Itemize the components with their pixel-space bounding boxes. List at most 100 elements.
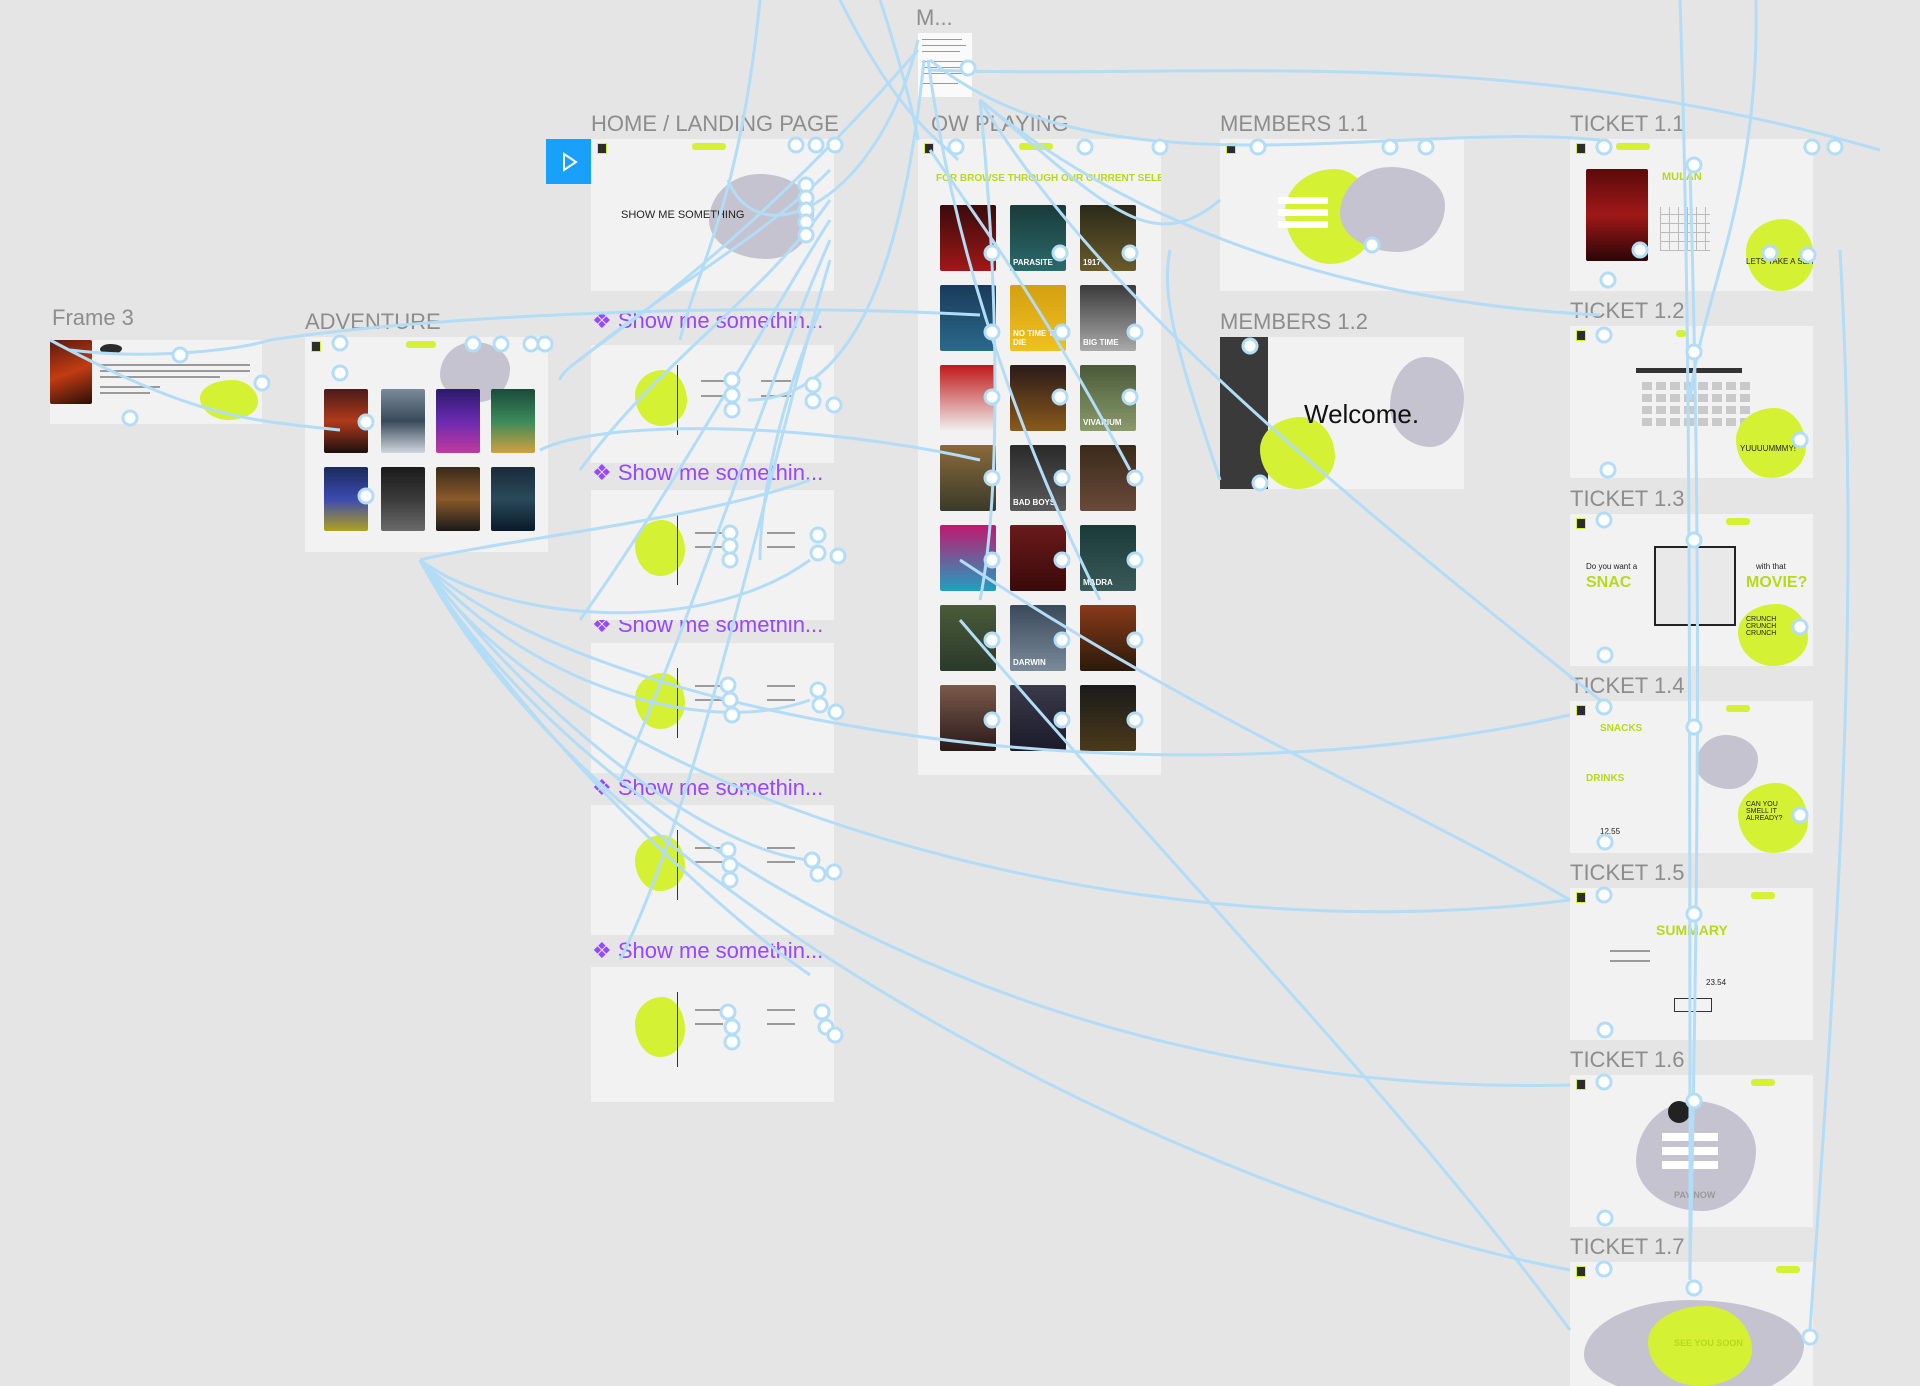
frame-label-ticket-1-4[interactable]: TICKET 1.4 <box>1570 673 1685 699</box>
seat[interactable] <box>1656 418 1666 426</box>
seat[interactable] <box>1670 394 1680 402</box>
poster-tile[interactable]: NO TIME TO DIE <box>1010 285 1066 351</box>
members-welcome: Welcome. <box>1304 399 1420 429</box>
seat[interactable] <box>1712 382 1722 390</box>
seat[interactable] <box>1726 382 1736 390</box>
poster-tile[interactable] <box>940 445 996 511</box>
poster-tile[interactable] <box>1080 685 1136 751</box>
frame-label-members11[interactable]: MEMBERS 1.1 <box>1220 111 1368 137</box>
connection-wire[interactable] <box>1165 249 1222 481</box>
frame-home[interactable]: SHOW ME SOMETHING <box>591 139 834 291</box>
frame-label-home[interactable]: HOME / LANDING PAGE <box>591 111 839 137</box>
component-label-2[interactable]: ❖ Show me somethin... <box>592 460 823 486</box>
connection-wire[interactable] <box>929 68 1881 152</box>
poster-tile[interactable]: 1917 <box>1080 205 1136 271</box>
poster-tile[interactable] <box>1010 525 1066 591</box>
seat[interactable] <box>1670 418 1680 426</box>
seat[interactable] <box>1698 418 1708 426</box>
frame-label-ticket-1-3[interactable]: TICKET 1.3 <box>1570 486 1685 512</box>
frame-label-ticket-1-5[interactable]: TICKET 1.5 <box>1570 860 1685 886</box>
connection-node[interactable] <box>1826 138 1844 156</box>
seat[interactable] <box>1684 394 1694 402</box>
summary-line <box>1610 950 1650 952</box>
frame-ticket-1-1[interactable]: MULAN LETS TAKE A SEAT <box>1570 139 1813 291</box>
poster-tile[interactable] <box>940 685 996 751</box>
poster-tile[interactable] <box>940 205 996 271</box>
seat[interactable] <box>1712 418 1722 426</box>
frame-label-ticket-1-7[interactable]: TICKET 1.7 <box>1570 1234 1685 1260</box>
seat[interactable] <box>1726 394 1736 402</box>
seat[interactable] <box>1656 382 1666 390</box>
frame-members-1-2[interactable]: Welcome. <box>1220 337 1464 489</box>
seat[interactable] <box>1712 406 1722 414</box>
component-label-4[interactable]: ❖ Show me somethin... <box>592 775 823 801</box>
component-variant-1[interactable] <box>591 345 834 463</box>
seat[interactable] <box>1642 406 1652 414</box>
seat[interactable] <box>1712 394 1722 402</box>
poster-tile[interactable]: VIVARIUM <box>1080 365 1136 431</box>
seat[interactable] <box>1684 406 1694 414</box>
seat[interactable] <box>1726 406 1736 414</box>
poster-tile[interactable] <box>940 605 996 671</box>
frame-label-ticket-1-6[interactable]: TICKET 1.6 <box>1570 1047 1685 1073</box>
connection-wire[interactable] <box>878 0 920 141</box>
seat[interactable] <box>1698 382 1708 390</box>
frame-label-adventure[interactable]: ADVENTURE <box>305 309 441 335</box>
navbar <box>1576 518 1807 529</box>
seat[interactable] <box>1698 394 1708 402</box>
component-label-5[interactable]: ❖ Show me somethin... <box>592 938 823 964</box>
frame-label-ticket-1-1[interactable]: TICKET 1.1 <box>1570 111 1685 137</box>
seat[interactable] <box>1670 382 1680 390</box>
frame-ticket-1-2[interactable]: YUUUUMMMY! <box>1570 326 1813 478</box>
frame-adventure[interactable] <box>305 337 548 552</box>
frame-label-ticket-1-2[interactable]: TICKET 1.2 <box>1570 298 1685 324</box>
frame-label-m[interactable]: M... <box>916 5 953 31</box>
poster-tile[interactable] <box>940 365 996 431</box>
frame-label-nowplaying[interactable]: OW PLAYING <box>931 111 1069 137</box>
seat[interactable] <box>1740 394 1750 402</box>
component-variant-2[interactable] <box>591 490 834 620</box>
seat[interactable] <box>1726 418 1736 426</box>
poster-tile[interactable]: PARASITE <box>1010 205 1066 271</box>
seat[interactable] <box>1740 382 1750 390</box>
frame-ticket-1-4[interactable]: SNACKS DRINKS 12.55 CAN YOU SMELL IT ALR… <box>1570 701 1813 853</box>
component-variant-3[interactable] <box>591 643 834 773</box>
poster-tile[interactable] <box>1010 685 1066 751</box>
poster-tile[interactable]: BIG TIME <box>1080 285 1136 351</box>
component-label-text: Show me somethin... <box>617 460 824 485</box>
poster-tile[interactable] <box>940 525 996 591</box>
frame-ticket-1-5[interactable]: SUMMARY 23.54 <box>1570 888 1813 1040</box>
seat[interactable] <box>1740 406 1750 414</box>
component-variant-4[interactable] <box>591 805 834 935</box>
frame-ticket-1-7[interactable]: SEE YOU SOON <box>1570 1262 1813 1386</box>
poster-tile[interactable] <box>940 285 996 351</box>
seat[interactable] <box>1698 406 1708 414</box>
variant-divider <box>677 365 678 435</box>
component-label-1[interactable]: ❖ Show me somethin... <box>592 308 823 334</box>
seat[interactable] <box>1656 406 1666 414</box>
frame-members-1-1[interactable] <box>1220 139 1464 291</box>
seat[interactable] <box>1656 394 1666 402</box>
frame-label-members12[interactable]: MEMBERS 1.2 <box>1220 309 1368 335</box>
prototype-play-button[interactable] <box>546 139 591 184</box>
frame-now-playing[interactable]: FOR BROWSE THROUGH OUR CURRENT SELECTION… <box>918 139 1161 775</box>
frame-m[interactable] <box>918 33 972 97</box>
connection-wire[interactable] <box>1808 249 1850 1331</box>
seat[interactable] <box>1684 418 1694 426</box>
seat[interactable] <box>1642 418 1652 426</box>
poster-tile[interactable] <box>1080 445 1136 511</box>
component-variant-5[interactable] <box>591 967 834 1102</box>
frame-ticket-1-6[interactable]: PAY NOW <box>1570 1075 1813 1227</box>
poster-tile[interactable]: MADRA <box>1080 525 1136 591</box>
frame-ticket-1-3[interactable]: Do you want a SNAC with that MOVIE? CRUN… <box>1570 514 1813 666</box>
seat[interactable] <box>1642 382 1652 390</box>
poster-tile[interactable] <box>1080 605 1136 671</box>
poster-tile[interactable]: DARWIN <box>1010 605 1066 671</box>
seat[interactable] <box>1642 394 1652 402</box>
seat[interactable] <box>1670 406 1680 414</box>
poster-tile[interactable] <box>1010 365 1066 431</box>
seat[interactable] <box>1684 382 1694 390</box>
frame-frame3[interactable] <box>50 340 262 424</box>
frame-label-frame3[interactable]: Frame 3 <box>52 305 134 331</box>
poster-tile[interactable]: BAD BOYS <box>1010 445 1066 511</box>
